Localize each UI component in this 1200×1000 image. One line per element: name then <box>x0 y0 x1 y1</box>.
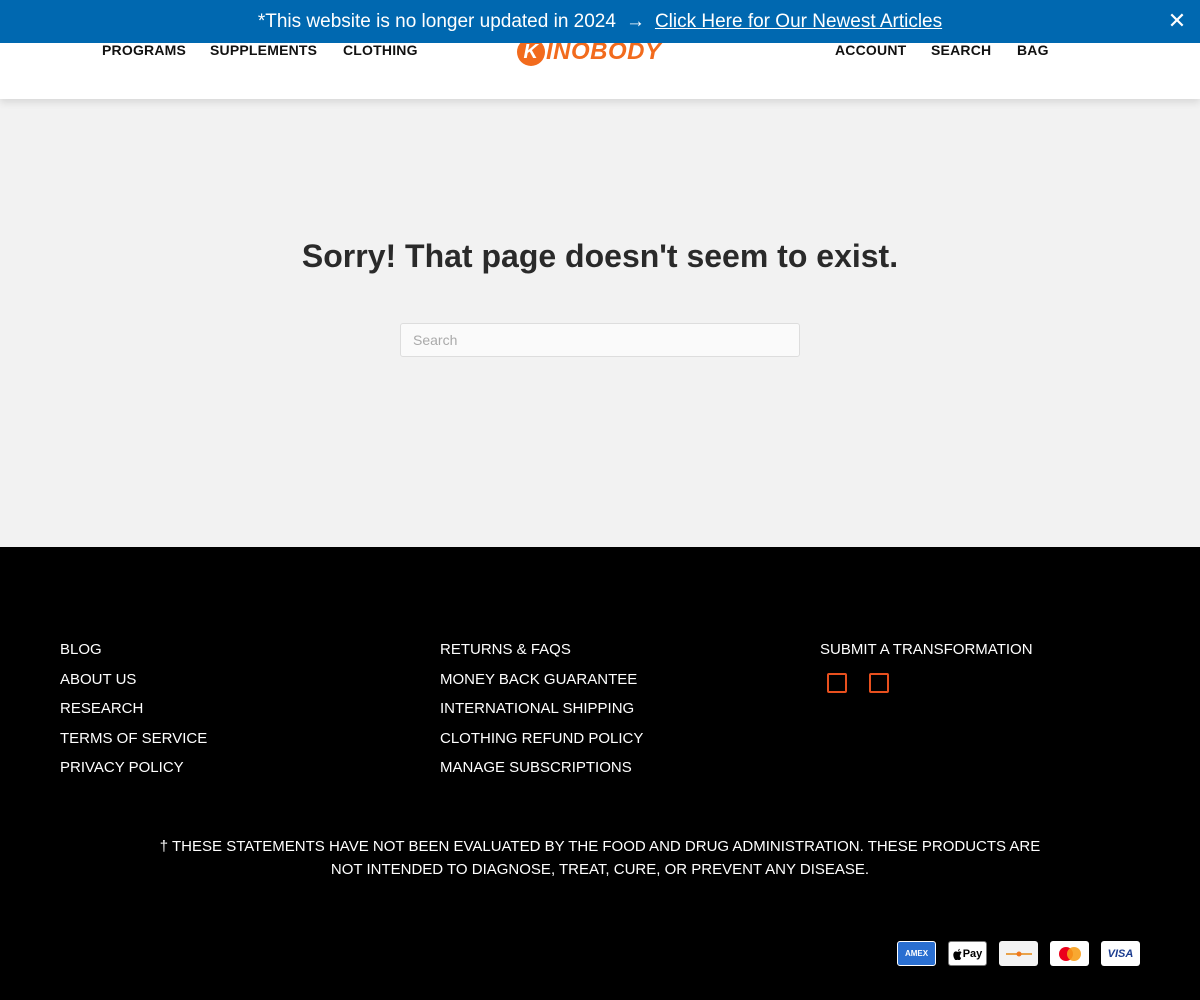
apple-pay-icon: Pay <box>948 941 987 966</box>
footer-link-blog[interactable]: BLOG <box>60 635 207 665</box>
newest-articles-link[interactable]: Click Here for Our Newest Articles <box>655 11 942 33</box>
footer-link-international-shipping[interactable]: INTERNATIONAL SHIPPING <box>440 694 643 724</box>
footer-link-terms[interactable]: TERMS OF SERVICE <box>60 724 207 754</box>
nav-programs[interactable]: PROGRAMS <box>102 42 186 58</box>
footer-link-submit-transformation[interactable]: SUBMIT A TRANSFORMATION <box>820 635 1033 665</box>
site-footer: BLOG ABOUT US RESEARCH TERMS OF SERVICE … <box>0 547 1200 1000</box>
nav-supplements[interactable]: SUPPLEMENTS <box>210 42 317 58</box>
footer-column-1: BLOG ABOUT US RESEARCH TERMS OF SERVICE … <box>60 635 207 783</box>
instagram-icon[interactable] <box>869 673 889 693</box>
nav-search[interactable]: SEARCH <box>931 42 991 58</box>
footer-column-2: RETURNS & FAQS MONEY BACK GUARANTEE INTE… <box>440 635 643 783</box>
apple-logo-icon <box>953 948 962 960</box>
apple-pay-label: Pay <box>962 947 983 960</box>
mastercard-icon <box>1050 941 1089 966</box>
footer-link-money-back[interactable]: MONEY BACK GUARANTEE <box>440 665 643 695</box>
arrow-right-icon: → <box>625 10 645 32</box>
visa-icon: VISA <box>1101 941 1140 966</box>
footer-column-3: SUBMIT A TRANSFORMATION <box>820 635 1033 665</box>
close-icon[interactable]: ✕ <box>1162 6 1192 36</box>
disclaimer-line-1: † THESE STATEMENTS HAVE NOT BEEN EVALUAT… <box>159 838 1041 855</box>
nav-bag[interactable]: BAG <box>1017 42 1049 58</box>
discover-icon <box>999 941 1038 966</box>
disclaimer-line-2: NOT INTENDED TO DIAGNOSE, TREAT, CURE, O… <box>330 861 870 878</box>
footer-link-privacy[interactable]: PRIVACY POLICY <box>60 753 207 783</box>
footer-link-clothing-refund[interactable]: CLOTHING REFUND POLICY <box>440 724 643 754</box>
nav-clothing[interactable]: CLOTHING <box>343 42 418 58</box>
footer-link-research[interactable]: RESEARCH <box>60 694 207 724</box>
payment-methods: AMEX Pay VISA <box>897 941 1140 966</box>
search-input[interactable] <box>400 323 800 357</box>
announcement-bar: *This website is no longer updated in 20… <box>0 0 1200 43</box>
nav-account[interactable]: ACCOUNT <box>835 42 906 58</box>
footer-link-about-us[interactable]: ABOUT US <box>60 665 207 695</box>
facebook-icon[interactable] <box>827 673 847 693</box>
announcement-message: *This website is no longer updated in 20… <box>257 10 616 32</box>
footer-link-returns-faqs[interactable]: RETURNS & FAQS <box>440 635 643 665</box>
fda-disclaimer: † THESE STATEMENTS HAVE NOT BEEN EVALUAT… <box>150 835 1050 881</box>
page-title: Sorry! That page doesn't seem to exist. <box>301 238 899 274</box>
footer-link-manage-subscriptions[interactable]: MANAGE SUBSCRIPTIONS <box>440 753 643 783</box>
amex-icon: AMEX <box>897 941 936 966</box>
